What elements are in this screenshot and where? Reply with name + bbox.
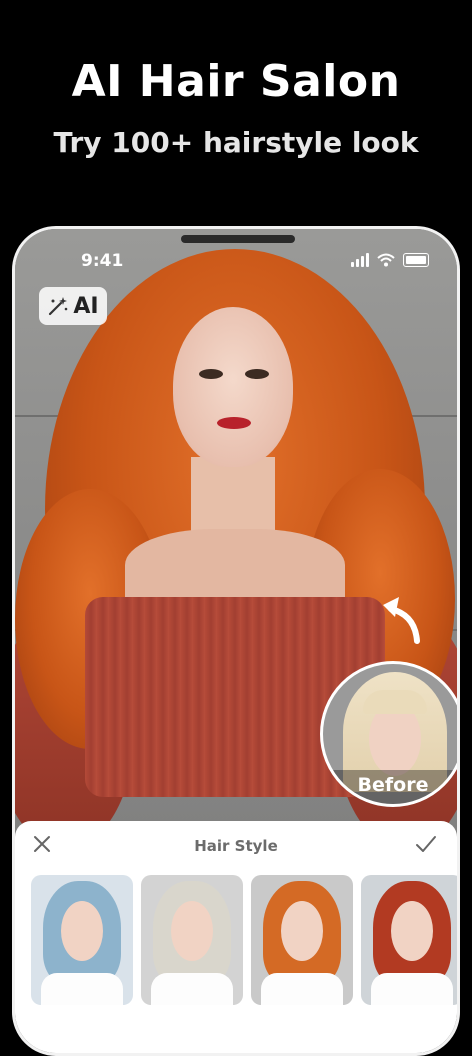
hairstyle-option[interactable] xyxy=(251,875,353,1005)
wifi-icon xyxy=(377,253,395,267)
lips xyxy=(217,417,251,429)
thumb-shirt xyxy=(261,973,343,1005)
status-time: 9:41 xyxy=(81,251,124,271)
thumb-face xyxy=(391,901,433,961)
signal-icon xyxy=(351,253,369,267)
hair-style-panel: Hair Style xyxy=(15,821,457,1053)
battery-icon xyxy=(403,253,429,267)
before-preview[interactable]: Before xyxy=(320,661,457,807)
hairstyle-option[interactable] xyxy=(31,875,133,1005)
thumb-face xyxy=(281,901,323,961)
hairstyle-list xyxy=(31,875,457,1005)
status-icons xyxy=(351,253,429,267)
dynamic-island xyxy=(181,235,295,243)
phone-mockup: 9:41 AI Before Hair Style xyxy=(12,226,460,1056)
eye xyxy=(245,369,269,379)
eye xyxy=(199,369,223,379)
magic-wand-icon xyxy=(49,297,68,316)
hairstyle-option[interactable] xyxy=(141,875,243,1005)
thumb-shirt xyxy=(151,973,233,1005)
check-icon[interactable] xyxy=(413,831,439,857)
face xyxy=(173,307,293,467)
ai-badge-label: AI xyxy=(73,293,99,319)
ai-badge[interactable]: AI xyxy=(39,287,107,325)
panel-title: Hair Style xyxy=(194,837,278,855)
before-bangs xyxy=(363,690,427,714)
thumb-shirt xyxy=(41,973,123,1005)
hairstyle-option[interactable] xyxy=(361,875,457,1005)
promo-subline: Try 100+ hairstyle look xyxy=(53,126,419,159)
before-label: Before xyxy=(323,770,457,804)
thumb-shirt xyxy=(371,973,453,1005)
curved-arrow-icon xyxy=(383,597,420,644)
thumb-face xyxy=(61,901,103,961)
thumb-face xyxy=(171,901,213,961)
promo-headline: AI Hair Salon xyxy=(71,56,401,107)
